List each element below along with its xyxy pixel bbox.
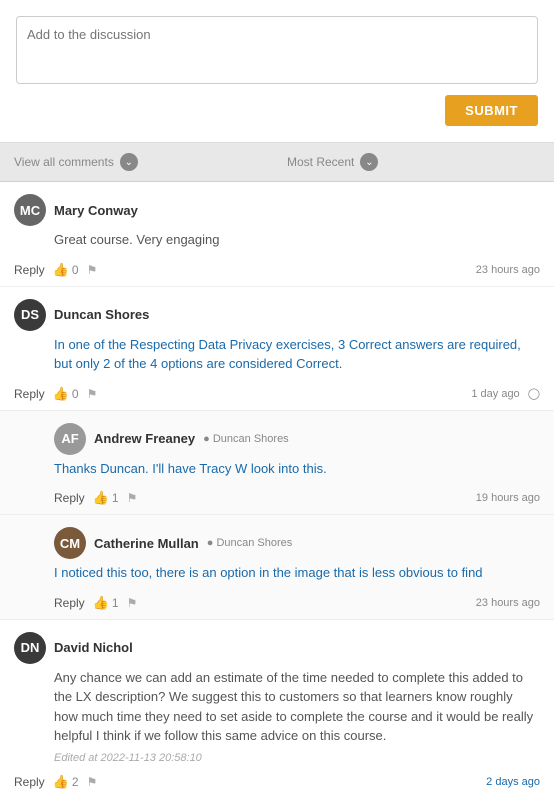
filter-view-all[interactable]: View all comments ⌄ xyxy=(14,153,267,171)
thumbs-up-icon[interactable]: 👍 xyxy=(53,386,69,402)
comment-body: Thanks Duncan. I'll have Tracy W look in… xyxy=(54,459,540,479)
comment-item: AF Andrew Freaney ● Duncan Shores Thanks… xyxy=(0,411,554,516)
like-section: 👍 1 xyxy=(93,595,119,611)
view-all-dropdown-icon[interactable]: ⌄ xyxy=(120,153,138,171)
comment-item: DN David Nichol Any chance we can add an… xyxy=(0,620,554,798)
comment-item: CM Catherine Mullan ● Duncan Shores I no… xyxy=(0,515,554,620)
avatar: AF xyxy=(54,423,86,455)
author-name: Andrew Freaney xyxy=(94,431,195,446)
reply-button[interactable]: Reply xyxy=(14,775,45,789)
like-section: 👍 2 xyxy=(53,774,79,790)
sort-dropdown-icon[interactable]: ⌄ xyxy=(360,153,378,171)
comment-header: DN David Nichol xyxy=(14,632,540,664)
timestamp: 1 day ago xyxy=(471,388,519,400)
filter-bar: View all comments ⌄ Most Recent ⌄ xyxy=(0,143,554,182)
compose-actions: SUBMIT xyxy=(16,95,538,126)
like-section: 👍 0 xyxy=(53,386,79,402)
thumbs-up-icon[interactable]: 👍 xyxy=(53,262,69,278)
author-name: Mary Conway xyxy=(54,203,138,218)
comment-header: AF Andrew Freaney ● Duncan Shores xyxy=(54,423,540,455)
expand-icon[interactable]: ◯ xyxy=(528,387,540,400)
avatar: CM xyxy=(54,527,86,559)
comment-footer: Reply 👍 0 ⚑ 1 day ago ◯ xyxy=(14,380,540,410)
reply-button[interactable]: Reply xyxy=(14,387,45,401)
avatar: MC xyxy=(14,194,46,226)
thumbs-up-icon[interactable]: 👍 xyxy=(93,490,109,506)
timestamp: 2 days ago xyxy=(486,776,540,788)
comment-footer: Reply 👍 1 ⚑ 23 hours ago xyxy=(54,589,540,619)
comment-footer: Reply 👍 2 ⚑ 2 days ago xyxy=(14,768,540,798)
thumbs-up-icon[interactable]: 👍 xyxy=(53,774,69,790)
comment-item: DS Duncan Shores In one of the Respectin… xyxy=(0,287,554,411)
view-all-label: View all comments xyxy=(14,155,114,169)
flag-icon[interactable]: ⚑ xyxy=(87,263,98,277)
comment-body: I noticed this too, there is an option i… xyxy=(54,563,540,583)
timestamp: 19 hours ago xyxy=(476,492,540,504)
comment-item: MC Mary Conway Great course. Very engagi… xyxy=(0,182,554,287)
comment-footer: Reply 👍 1 ⚑ 19 hours ago xyxy=(54,484,540,514)
mention-indicator: ● Duncan Shores xyxy=(203,433,289,445)
mention-indicator: ● Duncan Shores xyxy=(207,537,293,549)
filter-sort[interactable]: Most Recent ⌄ xyxy=(267,153,540,171)
reply-button[interactable]: Reply xyxy=(54,491,85,505)
author-name: David Nichol xyxy=(54,640,133,655)
submit-button[interactable]: SUBMIT xyxy=(445,95,538,126)
author-name: Duncan Shores xyxy=(54,307,149,322)
sort-label: Most Recent xyxy=(287,155,354,169)
comments-section: MC Mary Conway Great course. Very engagi… xyxy=(0,182,554,798)
like-section: 👍 1 xyxy=(93,490,119,506)
edited-note: Edited at 2022-11-13 20:58:10 xyxy=(54,752,540,764)
flag-icon[interactable]: ⚑ xyxy=(127,491,138,505)
comment-body: Great course. Very engaging xyxy=(54,230,540,250)
author-name: Catherine Mullan xyxy=(94,536,199,551)
compose-section: SUBMIT xyxy=(0,0,554,143)
comment-footer: Reply 👍 0 ⚑ 23 hours ago xyxy=(14,256,540,286)
like-count: 0 xyxy=(72,263,79,277)
like-section: 👍 0 xyxy=(53,262,79,278)
comment-body: In one of the Respecting Data Privacy ex… xyxy=(54,335,540,374)
avatar: DS xyxy=(14,299,46,331)
avatar: DN xyxy=(14,632,46,664)
comment-header: DS Duncan Shores xyxy=(14,299,540,331)
flag-icon[interactable]: ⚑ xyxy=(87,387,98,401)
comment-header: MC Mary Conway xyxy=(14,194,540,226)
thumbs-up-icon[interactable]: 👍 xyxy=(93,595,109,611)
reply-button[interactable]: Reply xyxy=(14,263,45,277)
like-count: 0 xyxy=(72,387,79,401)
like-count: 1 xyxy=(112,491,119,505)
like-count: 1 xyxy=(112,596,119,610)
comment-body: Any chance we can add an estimate of the… xyxy=(54,668,540,746)
timestamp: 23 hours ago xyxy=(476,264,540,276)
comment-header: CM Catherine Mullan ● Duncan Shores xyxy=(54,527,540,559)
discussion-input[interactable] xyxy=(16,16,538,84)
reply-button[interactable]: Reply xyxy=(54,596,85,610)
timestamp: 23 hours ago xyxy=(476,597,540,609)
like-count: 2 xyxy=(72,775,79,789)
flag-icon[interactable]: ⚑ xyxy=(87,775,98,789)
flag-icon[interactable]: ⚑ xyxy=(127,596,138,610)
